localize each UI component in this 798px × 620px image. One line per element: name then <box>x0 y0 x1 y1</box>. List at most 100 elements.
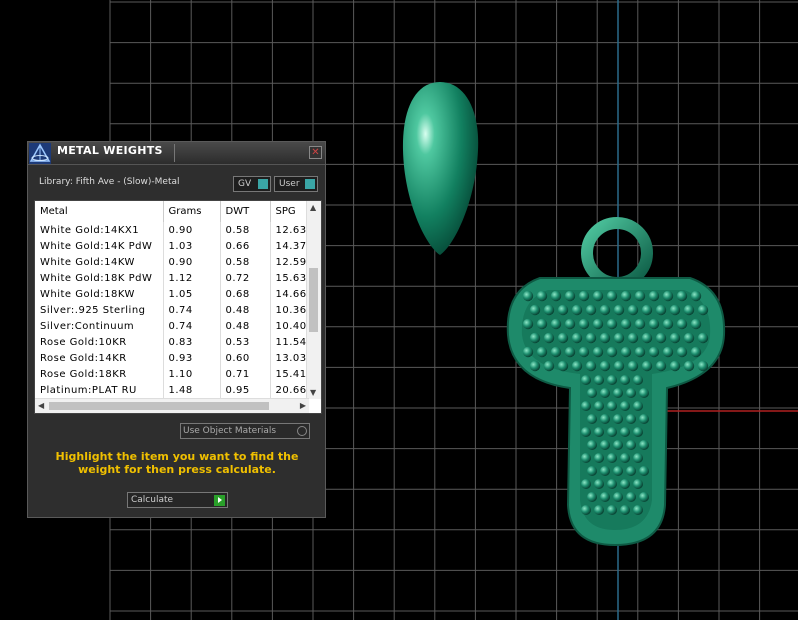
cell-metal: White Gold:14KX1 <box>35 222 164 238</box>
use-object-materials-label: Use Object Materials <box>183 426 277 436</box>
bead <box>620 375 630 385</box>
scroll-left-icon[interactable]: ◀ <box>38 401 44 410</box>
cell-grams: 0.90 <box>163 254 221 270</box>
bead <box>620 505 630 515</box>
table-row[interactable]: Rose Gold:14KR 0.93 0.60 13.03 <box>35 350 321 366</box>
bead <box>683 332 695 344</box>
bead <box>697 332 709 344</box>
bead <box>627 332 639 344</box>
bead <box>578 346 590 358</box>
bead <box>626 492 636 502</box>
bead <box>594 505 604 515</box>
bead <box>600 466 610 476</box>
bead <box>543 332 555 344</box>
cell-dwt: 0.60 <box>220 350 271 366</box>
bead <box>669 360 681 372</box>
bead <box>639 388 649 398</box>
table-row[interactable]: Rose Gold:18KR 1.10 0.71 15.41 <box>35 366 321 382</box>
toggle-indicator-icon <box>258 179 268 189</box>
title-bar[interactable]: METAL WEIGHTS ✕ <box>28 142 325 165</box>
vertical-scroll-thumb[interactable] <box>309 268 318 332</box>
bead <box>613 440 623 450</box>
toggle-indicator-icon <box>305 179 315 189</box>
bead <box>587 440 597 450</box>
bead <box>550 318 562 330</box>
calculate-button[interactable]: Calculate <box>127 492 228 508</box>
bead <box>600 388 610 398</box>
cell-metal: Silver:.925 Sterling <box>35 302 164 318</box>
scroll-down-icon[interactable]: ▼ <box>310 388 316 397</box>
table-row[interactable]: White Gold:14KW 0.90 0.58 12.59 <box>35 254 321 270</box>
column-header-metal[interactable]: Metal <box>35 201 164 222</box>
bead <box>627 304 639 316</box>
bead <box>639 492 649 502</box>
cell-metal: White Gold:14K PdW <box>35 238 164 254</box>
bead <box>600 492 610 502</box>
bead <box>690 346 702 358</box>
bead <box>639 466 649 476</box>
bead <box>613 332 625 344</box>
play-arrow-icon <box>214 495 225 506</box>
bead <box>571 304 583 316</box>
bead <box>662 290 674 302</box>
bead <box>592 290 604 302</box>
bead <box>639 414 649 424</box>
bead <box>607 401 617 411</box>
cell-dwt: 0.48 <box>220 318 271 334</box>
bead <box>594 479 604 489</box>
bead <box>581 427 591 437</box>
bead <box>620 479 630 489</box>
bead <box>571 360 583 372</box>
table-row[interactable]: White Gold:14KX1 0.90 0.58 12.63 <box>35 222 321 238</box>
vertical-scrollbar[interactable]: ▲ ▼ <box>306 201 321 399</box>
cell-grams: 1.48 <box>163 382 221 398</box>
bead <box>613 492 623 502</box>
cell-metal: Platinum:PLAT RU <box>35 382 164 398</box>
bead <box>585 360 597 372</box>
bead <box>557 360 569 372</box>
bead <box>607 427 617 437</box>
bead <box>564 318 576 330</box>
table-row[interactable]: Platinum:PLAT RU 1.48 0.95 20.66 <box>35 382 321 398</box>
horizontal-scroll-thumb[interactable] <box>49 402 269 410</box>
bead <box>585 304 597 316</box>
table-row[interactable]: Silver:Continuum 0.74 0.48 10.40 <box>35 318 321 334</box>
radio-circle-icon <box>297 426 307 436</box>
scroll-up-icon[interactable]: ▲ <box>310 203 316 212</box>
bead <box>578 290 590 302</box>
gv-toggle[interactable]: GV <box>233 176 271 192</box>
bead <box>620 453 630 463</box>
bead <box>620 427 630 437</box>
cell-grams: 1.10 <box>163 366 221 382</box>
table-row[interactable]: Rose Gold:10KR 0.83 0.53 11.54 <box>35 334 321 350</box>
bead <box>564 346 576 358</box>
bead <box>543 304 555 316</box>
table-row[interactable]: White Gold:18K PdW 1.12 0.72 15.63 <box>35 270 321 286</box>
bead <box>600 414 610 424</box>
scroll-right-icon[interactable]: ▶ <box>300 401 306 410</box>
table-row[interactable]: White Gold:14K PdW 1.03 0.66 14.37 <box>35 238 321 254</box>
horizontal-scrollbar[interactable]: ◀ ▶ <box>35 398 309 413</box>
table-row[interactable]: Silver:.925 Sterling 0.74 0.48 10.36 <box>35 302 321 318</box>
use-object-materials-toggle[interactable]: Use Object Materials <box>180 423 310 439</box>
bead <box>578 318 590 330</box>
user-toggle[interactable]: User <box>274 176 318 192</box>
bead <box>587 492 597 502</box>
bead <box>641 360 653 372</box>
bead <box>655 332 667 344</box>
bead <box>641 304 653 316</box>
column-header-dwt[interactable]: DWT <box>220 201 271 222</box>
cell-grams: 1.12 <box>163 270 221 286</box>
bead <box>607 479 617 489</box>
bead <box>662 318 674 330</box>
cell-dwt: 0.53 <box>220 334 271 350</box>
cell-dwt: 0.68 <box>220 286 271 302</box>
bead <box>581 375 591 385</box>
close-icon[interactable]: ✕ <box>309 146 322 159</box>
cell-dwt: 0.66 <box>220 238 271 254</box>
bead <box>633 453 643 463</box>
table-row[interactable]: White Gold:18KW 1.05 0.68 14.66 <box>35 286 321 302</box>
column-header-grams[interactable]: Grams <box>163 201 221 222</box>
bead <box>607 453 617 463</box>
bead <box>600 440 610 450</box>
